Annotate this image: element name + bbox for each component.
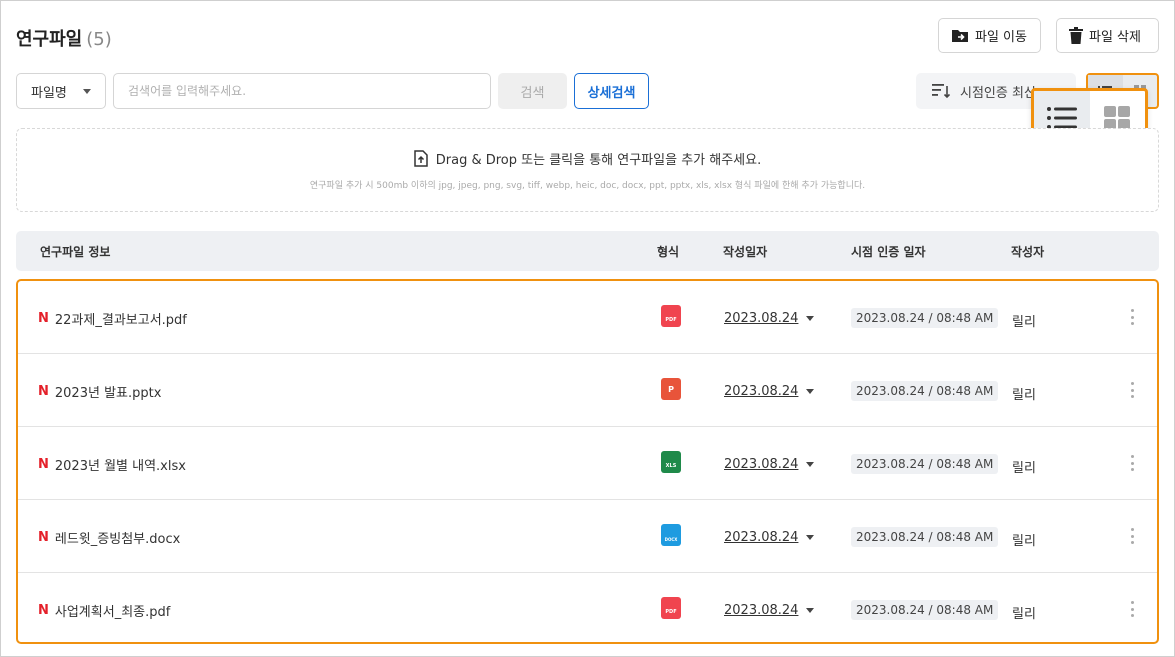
file-name: 22과제_결과보고서.pdf <box>54 313 187 328</box>
file-name: 2023년 월별 내역.xlsx <box>54 459 186 474</box>
advanced-search-button[interactable]: 상세검색 <box>574 73 649 109</box>
search-type-select[interactable]: 파일명 <box>16 73 106 109</box>
file-name: 2023년 발표.pptx <box>54 386 162 401</box>
folder-move-icon <box>952 29 968 42</box>
created-date-text: 2023.08.24 <box>724 603 799 618</box>
xlsx-file-icon: XLS <box>661 451 681 473</box>
created-date-text: 2023.08.24 <box>724 384 799 399</box>
author-name: 릴리 <box>1012 607 1036 622</box>
file-type-label: DOCX <box>664 537 678 542</box>
file-type-label: P <box>668 385 674 394</box>
cert-date-badge: 2023.08.24 / 08:48 AM <box>851 454 999 474</box>
created-date[interactable]: 2023.08.24 <box>724 603 815 618</box>
search-button[interactable]: 검색 <box>498 73 567 109</box>
file-name: 사업계획서_최종.pdf <box>54 605 171 620</box>
file-type-label: PDF <box>665 317 677 323</box>
sort-label: 시점인증 최신 <box>960 85 1036 101</box>
column-header-author: 작성자 <box>1011 245 1045 259</box>
app-frame: 연구파일(5) 파일 이동 파일 삭제 파일명 검색 상세검색 시점인증 최신 <box>0 0 1175 657</box>
file-count: (5) <box>86 29 112 50</box>
file-name-cell[interactable]: N 22과제_결과보고서.pdf <box>38 309 187 328</box>
caret-down-icon <box>806 389 815 394</box>
table-row[interactable]: N 22과제_결과보고서.pdf PDF 2023.08.24 2023.08.… <box>18 281 1157 354</box>
dropzone-main-text: Drag & Drop 또는 클릭을 통해 연구파일을 추가 해주세요. <box>435 153 762 168</box>
column-header-info: 연구파일 정보 <box>40 245 111 259</box>
cert-date-badge: 2023.08.24 / 08:48 AM <box>851 381 999 401</box>
file-name-cell[interactable]: N 사업계획서_최종.pdf <box>38 601 170 620</box>
column-header-type: 형식 <box>657 245 680 259</box>
grid-icon <box>1104 106 1131 130</box>
file-upload-icon <box>414 150 428 167</box>
cert-date-badge: 2023.08.24 / 08:48 AM <box>851 527 999 547</box>
caret-down-icon <box>806 316 815 321</box>
file-dropzone[interactable]: Drag & Drop 또는 클릭을 통해 연구파일을 추가 해주세요. 연구파… <box>16 128 1159 212</box>
table-header: 연구파일 정보 형식 작성일자 시점 인증 일자 작성자 <box>16 231 1159 271</box>
page-title: 연구파일 (5) <box>16 25 112 51</box>
created-date[interactable]: 2023.08.24 <box>724 530 815 545</box>
search-input[interactable] <box>113 73 491 109</box>
file-name-cell[interactable]: N 2023년 월별 내역.xlsx <box>38 455 186 474</box>
new-badge: N <box>38 311 49 326</box>
delete-file-label: 파일 삭제 <box>1089 30 1141 45</box>
author-name: 릴리 <box>1012 461 1036 476</box>
pptx-file-icon: P <box>661 378 681 400</box>
author-name: 릴리 <box>1012 534 1036 549</box>
dropzone-message: Drag & Drop 또는 클릭을 통해 연구파일을 추가 해주세요. <box>414 149 761 168</box>
sort-icon <box>932 84 950 99</box>
pdf-file-icon: PDF <box>661 597 681 619</box>
move-file-label: 파일 이동 <box>975 30 1027 45</box>
file-name-cell[interactable]: N 레드윗_증빙첨부.docx <box>38 528 180 547</box>
created-date-text: 2023.08.24 <box>724 457 799 472</box>
caret-down-icon <box>83 89 91 94</box>
list-icon <box>1046 107 1077 129</box>
more-options-icon[interactable] <box>1128 601 1136 617</box>
new-badge: N <box>38 603 49 618</box>
table-row[interactable]: N 2023년 월별 내역.xlsx XLS 2023.08.24 2023.0… <box>18 427 1157 500</box>
created-date-text: 2023.08.24 <box>724 530 799 545</box>
created-date-text: 2023.08.24 <box>724 311 799 326</box>
trash-icon <box>1069 27 1083 44</box>
caret-down-icon <box>806 462 815 467</box>
new-badge: N <box>38 530 49 545</box>
more-options-icon[interactable] <box>1128 382 1136 398</box>
delete-file-button[interactable]: 파일 삭제 <box>1056 18 1159 53</box>
cert-date-badge: 2023.08.24 / 08:48 AM <box>851 600 999 620</box>
more-options-icon[interactable] <box>1128 528 1136 544</box>
file-name: 레드윗_증빙첨부.docx <box>54 532 181 547</box>
file-list: N 22과제_결과보고서.pdf PDF 2023.08.24 2023.08.… <box>16 279 1159 644</box>
table-row[interactable]: N 레드윗_증빙첨부.docx DOCX 2023.08.24 2023.08.… <box>18 500 1157 573</box>
file-type-label: XLS <box>665 463 677 469</box>
cert-date-badge: 2023.08.24 / 08:48 AM <box>851 308 999 328</box>
table-row[interactable]: N 2023년 발표.pptx P 2023.08.24 2023.08.24 … <box>18 354 1157 427</box>
more-options-icon[interactable] <box>1128 455 1136 471</box>
caret-down-icon <box>806 608 815 613</box>
docx-file-icon: DOCX <box>661 524 681 546</box>
new-badge: N <box>38 457 49 472</box>
file-name-cell[interactable]: N 2023년 발표.pptx <box>38 382 161 401</box>
created-date[interactable]: 2023.08.24 <box>724 457 815 472</box>
column-header-date: 작성일자 <box>723 245 768 259</box>
dropzone-hint: 연구파일 추가 시 500mb 이하의 jpg, jpeg, png, svg,… <box>309 181 866 191</box>
new-badge: N <box>38 384 49 399</box>
author-name: 릴리 <box>1012 388 1036 403</box>
page-title-text: 연구파일 <box>16 29 83 50</box>
pdf-file-icon: PDF <box>661 305 681 327</box>
file-type-label: PDF <box>665 609 677 615</box>
caret-down-icon <box>806 535 815 540</box>
created-date[interactable]: 2023.08.24 <box>724 384 815 399</box>
more-options-icon[interactable] <box>1128 309 1136 325</box>
column-header-cert-date: 시점 인증 일자 <box>851 245 926 259</box>
created-date[interactable]: 2023.08.24 <box>724 311 815 326</box>
move-file-button[interactable]: 파일 이동 <box>938 18 1041 53</box>
table-row[interactable]: N 사업계획서_최종.pdf PDF 2023.08.24 2023.08.24… <box>18 573 1157 646</box>
search-type-value: 파일명 <box>31 85 67 101</box>
author-name: 릴리 <box>1012 315 1036 330</box>
